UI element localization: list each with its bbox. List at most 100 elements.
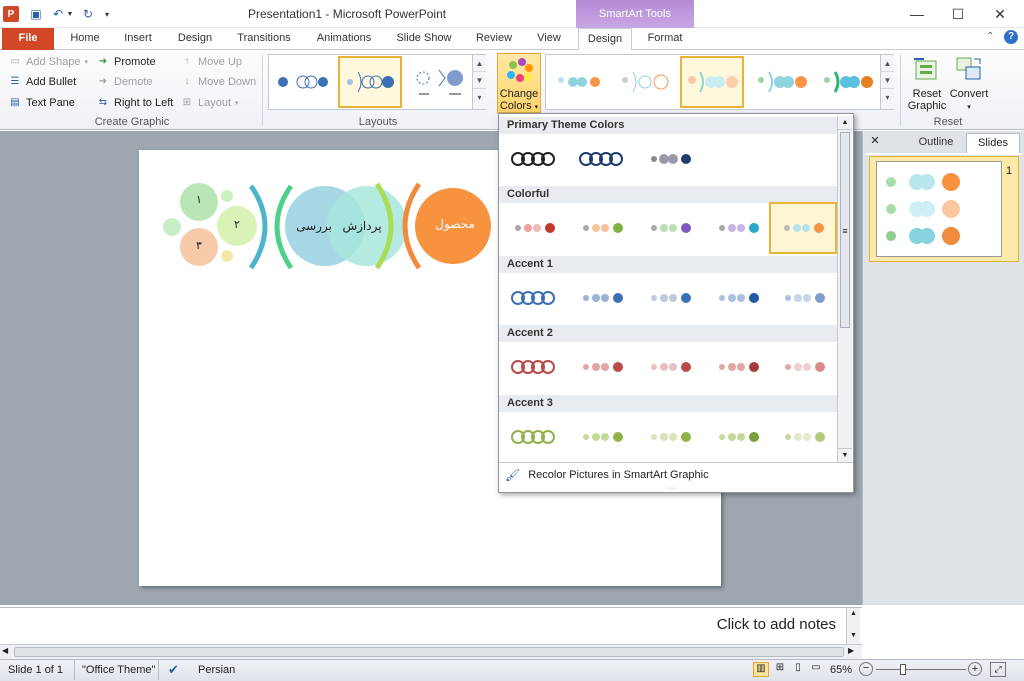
zoom-slider-thumb[interactable] [900,664,906,675]
help-icon[interactable]: ? [1004,30,1018,44]
normal-view-icon[interactable]: ▥ [753,662,769,677]
convert-button[interactable]: Convert ▾ [948,53,990,113]
tab-file[interactable]: File [2,28,54,50]
collapse-ribbon-icon[interactable]: ⌃ [986,31,994,42]
color-option-accent3-5[interactable] [773,414,837,462]
scroll-down-icon[interactable]: ▼ [881,72,894,89]
save-icon[interactable]: ▣ [28,5,44,23]
color-option-colorful-5-selected[interactable] [769,202,837,254]
color-option-accent2-2[interactable] [571,344,635,392]
color-option-colorful-2[interactable] [571,205,635,253]
minimize-icon[interactable]: — [897,0,937,28]
move-up-button[interactable]: ↑ Move Up [180,53,243,71]
tab-view[interactable]: View [528,28,570,50]
tab-review[interactable]: Review [468,28,520,50]
style-thumbnail[interactable] [816,57,876,107]
powerpoint-logo-icon[interactable]: P [3,6,19,22]
scroll-left-icon[interactable]: ◀ [2,646,8,655]
notes-scrollbar[interactable]: ▲ ▼ [846,608,860,644]
undo-icon[interactable]: ↶ [50,5,66,23]
color-option-accent2-1[interactable] [503,344,567,392]
style-thumbnail[interactable] [548,57,608,107]
gallery-more-icon[interactable]: ▾ [473,89,486,106]
scroll-up-icon[interactable]: ▲ [847,608,860,620]
layouts-gallery-scroll[interactable]: ▲ ▼ ▾ [472,55,486,109]
color-option-accent1-5[interactable] [773,275,837,323]
scrollbar-thumb[interactable] [14,647,844,657]
process-node-label[interactable]: پردازش [339,219,385,233]
tab-design[interactable]: Design [170,28,220,50]
spell-check-icon[interactable]: ✔ [168,662,179,678]
color-option-colorful-4[interactable] [707,205,771,253]
tab-format[interactable]: Format [640,28,690,50]
demote-button[interactable]: ➜ Demote [96,73,153,91]
close-icon[interactable]: ✕ [980,0,1020,28]
color-option-primary-3[interactable] [639,136,703,184]
add-shape-button[interactable]: ▭ Add Shape ▾ [8,53,88,71]
tab-smartart-design[interactable]: Design [578,28,632,51]
zoom-out-icon[interactable]: − [859,662,873,676]
zoom-slider[interactable] [876,669,966,670]
scroll-down-icon[interactable]: ▼ [847,630,860,642]
styles-gallery-scroll[interactable]: ▲ ▼ ▾ [880,55,894,109]
layout-thumbnail[interactable] [272,57,332,107]
tab-home[interactable]: Home [64,28,106,50]
color-option-colorful-1[interactable] [503,205,567,253]
layout-thumbnail[interactable] [408,57,470,107]
slide-thumbnail-selected[interactable]: 1 [869,156,1019,262]
scroll-down-icon[interactable]: ▼ [838,448,852,462]
theme-name[interactable]: "Office Theme" [82,664,155,676]
tab-slides[interactable]: Slides [966,133,1020,153]
color-option-accent3-2[interactable] [571,414,635,462]
notes-placeholder[interactable]: Click to add notes [717,616,836,633]
color-option-accent2-5[interactable] [773,344,837,392]
color-option-accent1-4[interactable] [707,275,771,323]
dropdown-scrollbar[interactable]: ▲ ≡ ▼ [837,116,852,462]
gallery-more-icon[interactable]: ▾ [881,89,894,106]
color-option-accent3-1[interactable] [503,414,567,462]
dropdown-scroll-thumb[interactable]: ≡ [840,132,850,328]
fit-to-window-icon[interactable]: ⤢ [990,662,1006,677]
slide-show-icon[interactable]: ▭ [808,662,824,677]
color-option-accent3-3[interactable] [639,414,703,462]
tab-insert[interactable]: Insert [116,28,160,50]
color-option-accent1-1[interactable] [503,275,567,323]
slide-sorter-icon[interactable]: ⊞ [772,662,788,677]
customize-qat-icon[interactable]: ▾ [102,5,112,23]
color-option-accent1-2[interactable] [571,275,635,323]
style-thumbnail[interactable] [614,57,674,107]
right-to-left-button[interactable]: ⇆ Right to Left [96,94,174,112]
move-down-button[interactable]: ↓ Move Down [180,73,257,91]
text-pane-button[interactable]: ▤ Text Pane [8,94,75,112]
reading-view-icon[interactable]: ▯ [790,662,806,677]
style-thumbnail[interactable] [750,57,810,107]
style-thumbnail-selected[interactable] [680,56,744,108]
tab-slide-show[interactable]: Slide Show [390,28,458,50]
color-option-accent1-3[interactable] [639,275,703,323]
zoom-level[interactable]: 65% [830,664,852,676]
layout-button[interactable]: ⊞ Layout ▾ [180,94,239,112]
horizontal-scrollbar[interactable]: ◀ ▶ [0,644,862,659]
review-node-label[interactable]: بررسی [289,219,339,233]
color-option-colorful-3[interactable] [639,205,703,253]
language[interactable]: Persian [198,664,235,676]
scroll-up-icon[interactable]: ▲ [838,116,852,130]
color-option-accent3-4[interactable] [707,414,771,462]
scroll-up-icon[interactable]: ▲ [473,55,486,72]
color-option-accent2-3[interactable] [639,344,703,392]
scroll-down-icon[interactable]: ▼ [473,72,486,89]
reset-graphic-button[interactable]: Reset Graphic [904,53,950,113]
color-option-primary-2[interactable] [571,136,635,184]
maximize-icon[interactable]: ☐ [938,0,978,28]
resize-grip-icon[interactable]: ···· [667,485,676,492]
scroll-right-icon[interactable]: ▶ [848,646,854,655]
tab-animations[interactable]: Animations [308,28,380,50]
redo-icon[interactable]: ↻ [80,5,96,23]
add-bullet-button[interactable]: ☰ Add Bullet [8,73,77,91]
tab-transitions[interactable]: Transitions [230,28,298,50]
color-option-accent2-4[interactable] [707,344,771,392]
color-option-primary-1[interactable] [503,136,567,184]
layout-thumbnail-selected[interactable] [338,56,402,108]
recolor-pictures-menu-item[interactable]: 🖌 Recolor Pictures in SmartArt Graphic [501,464,851,486]
tab-outline[interactable]: Outline [906,134,966,152]
